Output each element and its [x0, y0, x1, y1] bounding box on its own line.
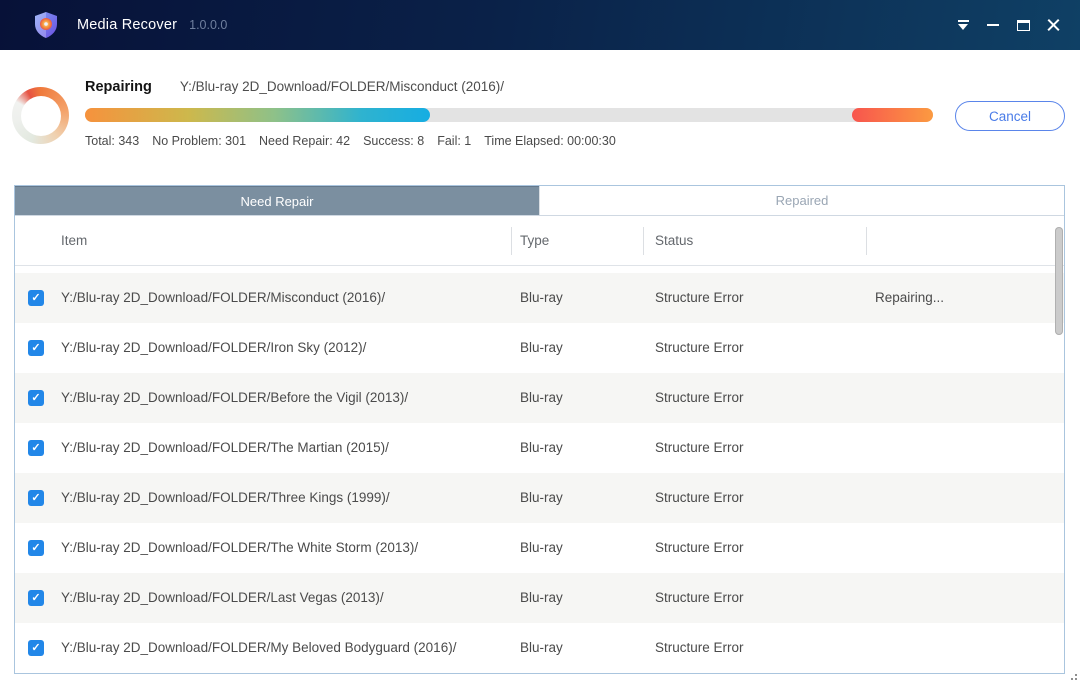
stat-fail: Fail: 1 [437, 134, 471, 148]
row-checkbox[interactable]: ✓ [28, 540, 44, 556]
cell-status: Structure Error [655, 423, 744, 473]
check-icon: ✓ [31, 443, 40, 454]
cell-type: Blu-ray [520, 323, 563, 373]
cell-status: Structure Error [655, 473, 744, 523]
app-logo-shield-icon [33, 11, 59, 39]
check-icon: ✓ [31, 643, 40, 654]
table-header: Item Type Status [15, 216, 1064, 266]
cell-item: Y:/Blu-ray 2D_Download/FOLDER/Last Vegas… [61, 573, 384, 623]
check-icon: ✓ [31, 543, 40, 554]
cell-item: Y:/Blu-ray 2D_Download/FOLDER/Before the… [61, 373, 408, 423]
column-header-status: Status [655, 216, 693, 266]
check-icon: ✓ [31, 593, 40, 604]
cell-type: Blu-ray [520, 373, 563, 423]
stats-row: Total: 343 No Problem: 301 Need Repair: … [85, 134, 616, 148]
cell-status: Structure Error [655, 623, 744, 673]
cell-type: Blu-ray [520, 473, 563, 523]
cell-item: Y:/Blu-ray 2D_Download/FOLDER/Iron Sky (… [61, 323, 366, 373]
row-checkbox[interactable]: ✓ [28, 440, 44, 456]
cell-type: Blu-ray [520, 523, 563, 573]
progress-fail-segment [852, 108, 933, 122]
table-row[interactable]: ✓ Y:/Blu-ray 2D_Download/FOLDER/Before t… [15, 373, 1064, 423]
row-checkbox[interactable]: ✓ [28, 290, 44, 306]
cell-status: Structure Error [655, 323, 744, 373]
stat-total: Total: 343 [85, 134, 139, 148]
cell-item: Y:/Blu-ray 2D_Download/FOLDER/The White … [61, 523, 418, 573]
cell-item: Y:/Blu-ray 2D_Download/FOLDER/Misconduct… [61, 273, 385, 323]
app-title: Media Recover [77, 17, 177, 33]
table-row[interactable]: ✓ Y:/Blu-ray 2D_Download/FOLDER/Iron Sky… [15, 323, 1064, 373]
cell-type: Blu-ray [520, 623, 563, 673]
tab-need-repair[interactable]: Need Repair [15, 186, 539, 215]
check-icon: ✓ [31, 493, 40, 504]
row-checkbox[interactable]: ✓ [28, 490, 44, 506]
cell-item: Y:/Blu-ray 2D_Download/FOLDER/My Beloved… [61, 623, 456, 673]
results-panel: Need Repair Repaired Item Type Status ✓ … [14, 185, 1065, 674]
cell-type: Blu-ray [520, 273, 563, 323]
resize-grip-icon[interactable] [1063, 674, 1065, 676]
app-window: Media Recover 1.0.0.0 Repairing Y:/Blu-ra… [0, 0, 1080, 680]
table-row[interactable]: ✓ Y:/Blu-ray 2D_Download/FOLDER/My Belov… [15, 623, 1064, 673]
cell-status: Structure Error [655, 523, 744, 573]
table-row[interactable]: ✓ Y:/Blu-ray 2D_Download/FOLDER/Last Veg… [15, 573, 1064, 623]
cell-status: Structure Error [655, 273, 744, 323]
column-divider [643, 227, 644, 255]
close-icon[interactable] [1038, 10, 1068, 40]
maximize-icon[interactable] [1008, 10, 1038, 40]
stat-need-repair: Need Repair: 42 [259, 134, 350, 148]
table-row[interactable]: ✓ Y:/Blu-ray 2D_Download/FOLDER/The Mart… [15, 423, 1064, 473]
status-label: Repairing [85, 79, 152, 95]
cell-type: Blu-ray [520, 423, 563, 473]
check-icon: ✓ [31, 293, 40, 304]
titlebar: Media Recover 1.0.0.0 [0, 0, 1080, 50]
stat-no-problem: No Problem: 301 [152, 134, 246, 148]
progress-spinner-icon [12, 87, 69, 144]
column-divider [511, 227, 512, 255]
cell-status: Structure Error [655, 573, 744, 623]
cell-item: Y:/Blu-ray 2D_Download/FOLDER/The Martia… [61, 423, 389, 473]
table-body: ✓ Y:/Blu-ray 2D_Download/FOLDER/Miscondu… [15, 273, 1064, 673]
table-row[interactable]: ✓ Y:/Blu-ray 2D_Download/FOLDER/Three Ki… [15, 473, 1064, 523]
tab-repaired[interactable]: Repaired [539, 186, 1064, 215]
menu-caret-icon[interactable] [948, 10, 978, 40]
column-header-type: Type [520, 216, 549, 266]
check-icon: ✓ [31, 393, 40, 404]
cell-action: Repairing... [875, 273, 944, 323]
scrollbar-thumb[interactable] [1055, 227, 1063, 335]
app-version: 1.0.0.0 [189, 18, 227, 32]
progress-bar [85, 108, 933, 122]
column-divider [866, 227, 867, 255]
cell-status: Structure Error [655, 373, 744, 423]
minimize-icon[interactable] [978, 10, 1008, 40]
row-checkbox[interactable]: ✓ [28, 640, 44, 656]
check-icon: ✓ [31, 343, 40, 354]
repair-header: Repairing Y:/Blu-ray 2D_Download/FOLDER/M… [0, 50, 1080, 185]
row-checkbox[interactable]: ✓ [28, 340, 44, 356]
stat-time-elapsed: Time Elapsed: 00:00:30 [484, 134, 616, 148]
window-controls [948, 0, 1068, 50]
current-item-path: Y:/Blu-ray 2D_Download/FOLDER/Misconduct… [180, 79, 504, 94]
table-row[interactable]: ✓ Y:/Blu-ray 2D_Download/FOLDER/The Whit… [15, 523, 1064, 573]
row-checkbox[interactable]: ✓ [28, 390, 44, 406]
column-header-item: Item [61, 216, 87, 266]
cell-type: Blu-ray [520, 573, 563, 623]
stat-success: Success: 8 [363, 134, 424, 148]
table-row[interactable]: ✓ Y:/Blu-ray 2D_Download/FOLDER/Miscondu… [15, 273, 1064, 323]
cancel-button[interactable]: Cancel [955, 101, 1065, 131]
row-checkbox[interactable]: ✓ [28, 590, 44, 606]
progress-done-segment [85, 108, 430, 122]
cell-item: Y:/Blu-ray 2D_Download/FOLDER/Three King… [61, 473, 390, 523]
tab-bar: Need Repair Repaired [15, 186, 1064, 216]
